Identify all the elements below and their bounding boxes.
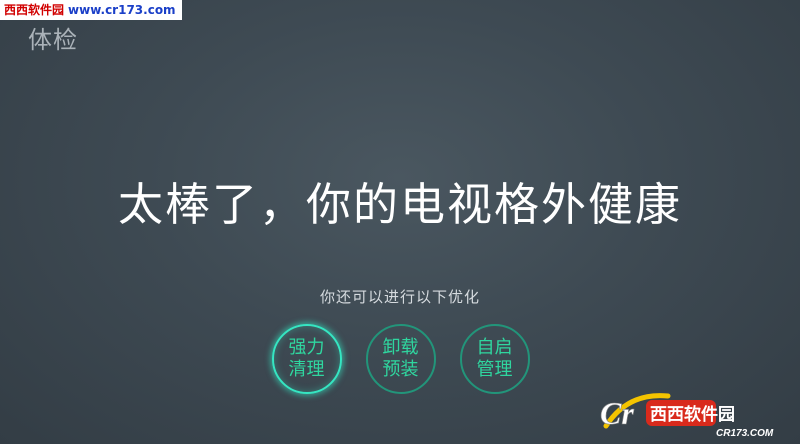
watermark-site-name: 西西软件园 — [4, 3, 65, 17]
logo-prefix: Cr — [600, 395, 634, 431]
deep-clean-label-line2: 清理 — [288, 359, 325, 380]
optimize-subtitle: 你还可以进行以下优化 — [319, 288, 480, 306]
logo-name: 西西软件园 — [650, 404, 735, 425]
uninstall-preinstalled-button[interactable]: 卸载 预装 — [365, 324, 436, 394]
logo-url: CR173.COM — [716, 428, 774, 438]
deep-clean-button[interactable]: 强力 清理 — [271, 324, 342, 394]
page-title: 体检 — [28, 26, 78, 54]
watermark-banner: 西西软件园 www.cr173.com — [0, 0, 182, 20]
brand-logo: Cr 西西软件园 CR173.COM — [598, 386, 794, 439]
optimize-options: 强力 清理 卸载 预装 自启 管理 — [0, 324, 800, 394]
autostart-label-line1: 自启 — [476, 337, 513, 358]
uninstall-label-line2: 预装 — [382, 359, 419, 380]
autostart-label-line2: 管理 — [476, 359, 513, 380]
watermark-url: www.cr173.com — [68, 3, 176, 17]
result-headline: 太棒了，你的电视格外健康 — [117, 178, 682, 231]
deep-clean-label-line1: 强力 — [288, 337, 325, 358]
autostart-manage-button[interactable]: 自启 管理 — [459, 324, 530, 394]
uninstall-label-line1: 卸载 — [382, 337, 419, 358]
